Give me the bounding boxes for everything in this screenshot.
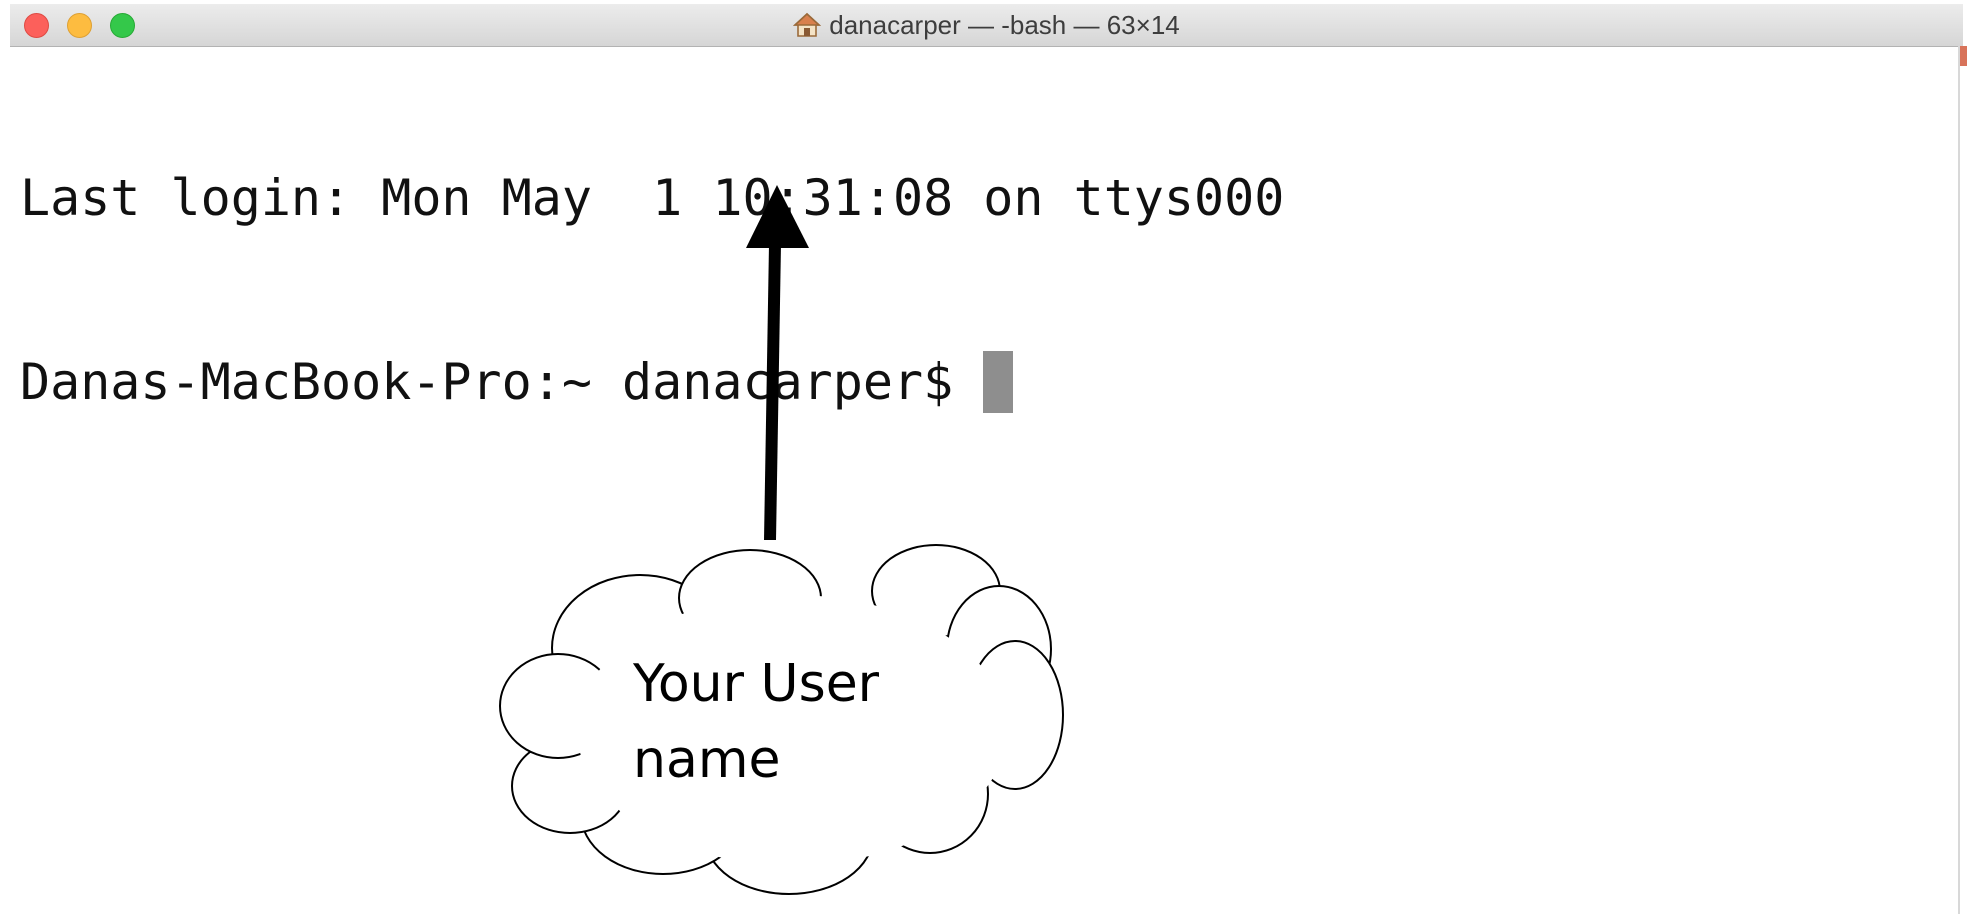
annotation-overlay: [499, 185, 1064, 895]
callout-label: Your User name: [633, 646, 953, 798]
up-arrow-icon: [746, 185, 809, 540]
terminal-window: danacarper — -bash — 63×14 Last login: M…: [0, 0, 1967, 914]
callout-label-line2: name: [633, 730, 781, 790]
callout-label-line1: Your User: [633, 654, 880, 714]
